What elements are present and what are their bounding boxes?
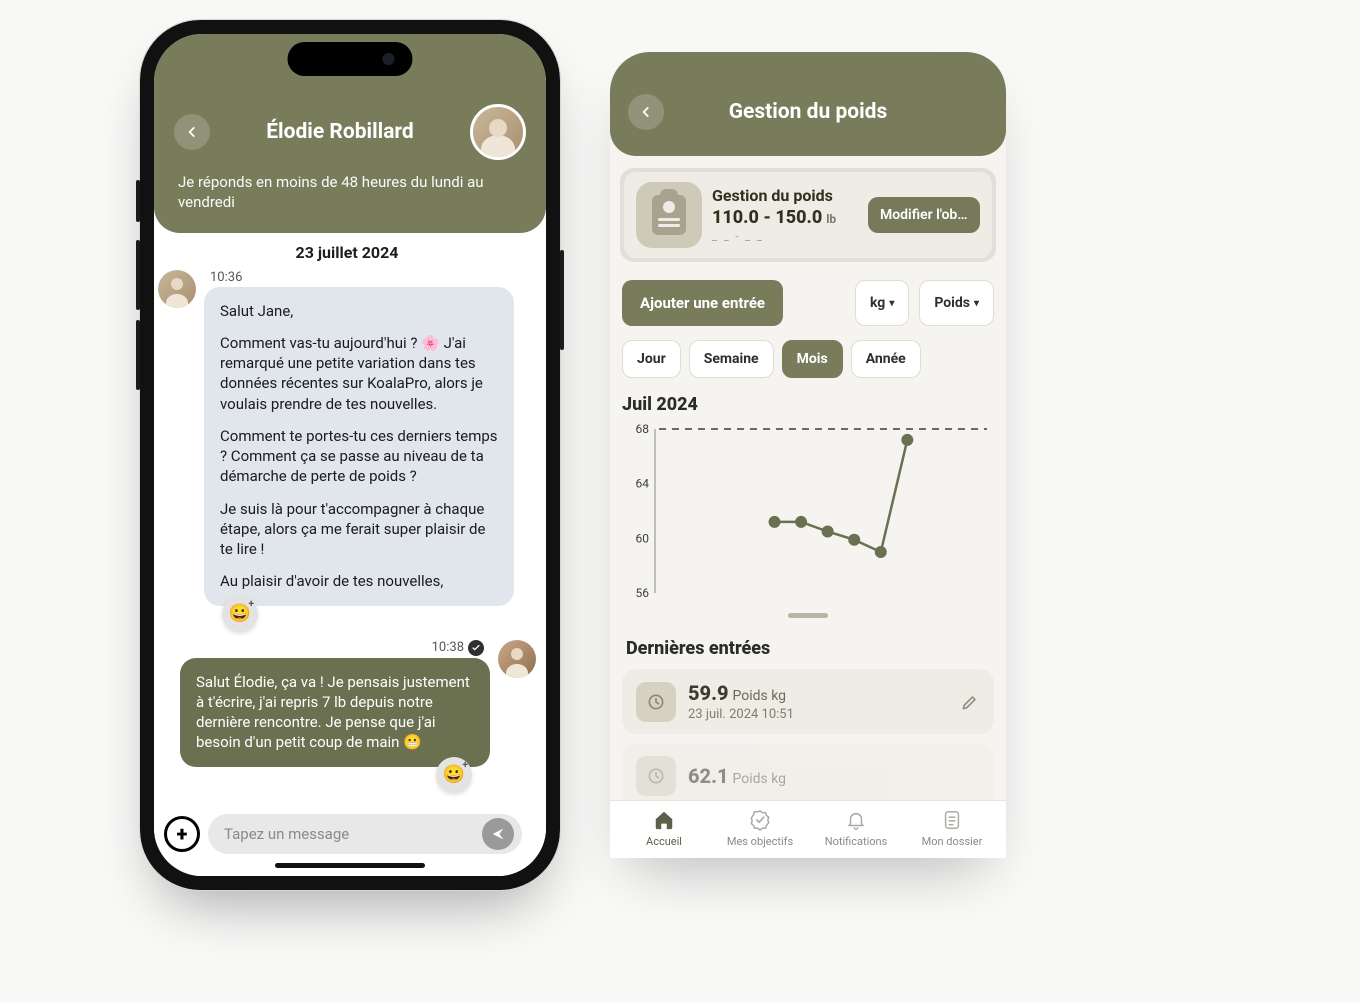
badge-check-icon	[749, 809, 771, 831]
phone-weight-management: Gestion du poids Gestion du poids 110.0 …	[610, 52, 1006, 858]
goal-icon	[636, 182, 702, 248]
tab-notifications[interactable]: Notifications	[808, 809, 904, 848]
message-input[interactable]: Tapez un message	[208, 814, 522, 854]
contact-avatar-small	[158, 270, 196, 308]
entry-label: Poids kg	[733, 771, 787, 787]
message-bubble[interactable]: Salut Élodie, ça va ! Je pensais justeme…	[180, 658, 490, 767]
chat-availability: Je réponds en moins de 48 heures du lund…	[174, 172, 526, 213]
goal-range: 110.0 - 150.0	[712, 207, 822, 228]
drag-handle[interactable]	[788, 613, 828, 618]
contact-avatar[interactable]	[470, 104, 526, 160]
svg-text:68: 68	[636, 422, 650, 436]
back-button[interactable]	[628, 94, 664, 130]
tab-label: Mes objectifs	[727, 835, 793, 848]
unit-selector[interactable]: kg ▾	[855, 280, 909, 326]
msg-line: Salut Élodie, ça va ! Je pensais justeme…	[196, 672, 474, 753]
weight-header: Gestion du poids	[610, 52, 1006, 156]
side-button	[136, 180, 140, 222]
dynamic-island	[288, 42, 413, 76]
tab-label: Notifications	[825, 835, 888, 848]
tab-goals[interactable]: Mes objectifs	[712, 809, 808, 848]
phone-frame-chat: Élodie Robillard Je réponds en moins de …	[140, 20, 560, 890]
goal-unit: lb	[826, 212, 836, 226]
message-time: 10:36	[204, 270, 514, 287]
period-day[interactable]: Jour	[622, 340, 681, 378]
tab-home[interactable]: Accueil	[616, 809, 712, 848]
edit-entry-button[interactable]	[960, 692, 980, 712]
pencil-icon	[960, 692, 980, 712]
bell-icon	[845, 809, 867, 831]
chat-body[interactable]: 23 juillet 2024 10:36 Salut Jane, Commen…	[154, 233, 546, 877]
home-icon	[653, 809, 675, 831]
entries-title: Dernières entrées	[626, 638, 990, 659]
add-entry-button[interactable]: Ajouter une entrée	[622, 280, 783, 326]
plus-icon: +	[249, 599, 254, 610]
react-button[interactable]: 😀+	[436, 757, 472, 793]
msg-line: Salut Jane,	[220, 301, 498, 321]
tab-label: Accueil	[646, 835, 682, 848]
side-button	[136, 320, 140, 390]
clock-icon	[636, 682, 676, 722]
chat-date: 23 juillet 2024	[158, 243, 536, 262]
entry-card[interactable]: 59.9 Poids kg 23 juil. 2024 10:51	[622, 669, 994, 734]
chevron-left-icon	[639, 105, 653, 119]
period-year[interactable]: Année	[851, 340, 921, 378]
message-time: 10:38	[426, 640, 490, 658]
entry-date: 23 juil. 2024 10:51	[688, 707, 948, 722]
plus-icon: +	[463, 760, 468, 771]
home-indicator	[275, 863, 425, 868]
tab-file[interactable]: Mon dossier	[904, 809, 1000, 848]
send-icon	[490, 826, 506, 842]
page-title: Gestion du poids	[664, 100, 952, 124]
side-button	[136, 240, 140, 310]
metric-label: Poids	[934, 295, 970, 311]
entry-value: 59.9	[688, 681, 729, 705]
svg-text:60: 60	[636, 531, 650, 545]
period-week[interactable]: Semaine	[689, 340, 774, 378]
clipboard-icon	[652, 195, 686, 235]
message-bubble[interactable]: Salut Jane, Comment vas-tu aujourd'hui ?…	[204, 287, 514, 606]
message-placeholder: Tapez un message	[224, 825, 349, 843]
msg-line: Comment vas-tu aujourd'hui ? 🌸 J'ai rema…	[220, 333, 498, 414]
chat-contact-name: Élodie Robillard	[210, 120, 470, 144]
msg-line: Je suis là pour t'accompagner à chaque é…	[220, 499, 498, 560]
entry-card[interactable]: 62.1 Poids kg	[622, 744, 994, 808]
goal-label: Gestion du poids	[712, 187, 858, 205]
plus-icon: +	[177, 822, 188, 846]
chart-title: Juil 2024	[622, 394, 994, 415]
period-month[interactable]: Mois	[782, 340, 843, 378]
react-button[interactable]: 😀+	[222, 596, 258, 632]
side-button	[560, 250, 564, 350]
clock-icon	[636, 756, 676, 796]
period-selector: Jour Semaine Mois Année	[622, 340, 994, 378]
message-outgoing: 10:38 Salut Élodie, ça va ! Je pensais j…	[158, 640, 536, 793]
tab-label: Mon dossier	[922, 835, 983, 848]
svg-text:64: 64	[636, 477, 650, 491]
chevron-left-icon	[185, 125, 199, 139]
weight-chart[interactable]: 56 60 64 68	[622, 421, 994, 601]
user-avatar-small	[498, 640, 536, 678]
chevron-down-icon: ▾	[889, 298, 894, 309]
msg-line: Au plaisir d'avoir de tes nouvelles,	[220, 571, 498, 591]
file-icon	[941, 809, 963, 831]
send-button[interactable]	[482, 818, 514, 850]
entry-label: Poids kg	[733, 688, 787, 704]
unit-label: kg	[870, 295, 885, 311]
svg-text:56: 56	[636, 586, 650, 600]
tab-bar: Accueil Mes objectifs Notifications Mon …	[610, 800, 1006, 858]
message-incoming: 10:36 Salut Jane, Comment vas-tu aujourd…	[158, 270, 536, 632]
attach-button[interactable]: +	[164, 816, 200, 852]
msg-line: Comment te portes-tu ces derniers temps …	[220, 426, 498, 487]
back-button[interactable]	[174, 114, 210, 150]
composer: + Tapez un message	[164, 814, 522, 854]
read-receipt-icon	[468, 640, 484, 656]
edit-goal-button[interactable]: Modifier l'obj…	[868, 197, 980, 233]
goal-sub: _ _ - _ _	[712, 230, 858, 243]
goal-card: Gestion du poids 110.0 - 150.0 lb _ _ - …	[620, 168, 996, 262]
entry-value: 62.1	[688, 764, 729, 788]
message-time-text: 10:38	[432, 640, 464, 655]
chevron-down-icon: ▾	[974, 298, 979, 309]
metric-selector[interactable]: Poids ▾	[919, 280, 994, 326]
